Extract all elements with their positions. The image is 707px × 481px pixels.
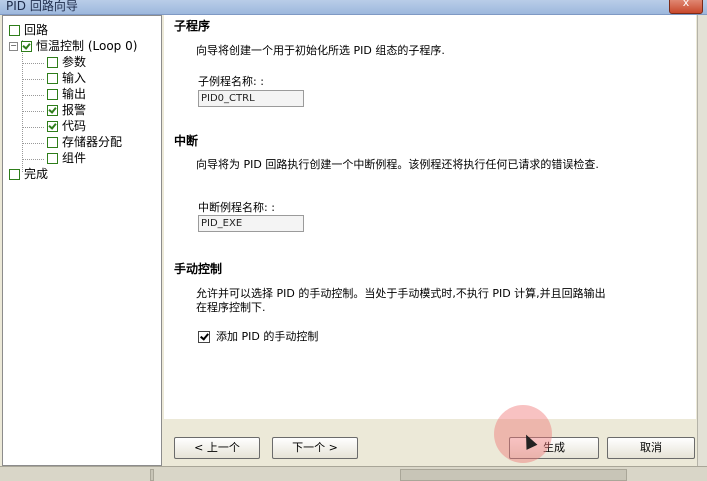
tree-item-label: 代码 [62, 119, 87, 133]
step-checkbox-icon [9, 25, 20, 36]
tree-item-params[interactable]: 参数 [47, 54, 86, 70]
cancel-button[interactable]: 取消 [607, 437, 695, 459]
step-checked-icon [47, 105, 58, 116]
prev-button[interactable]: < 上一个 [174, 437, 260, 459]
splitter [150, 469, 154, 481]
tree-item-label: 完成 [24, 167, 49, 181]
tree-connector [22, 95, 44, 96]
manual-description-line2: 在程序控制下. [196, 301, 266, 314]
tree-item-label: 输入 [62, 71, 87, 85]
tree-connector [22, 127, 44, 128]
subroutine-name-label: 子例程名称: : [198, 75, 264, 88]
interrupt-name-field[interactable]: PID_EXE [198, 215, 304, 232]
manual-control-label: 添加 PID 的手动控制 [216, 330, 319, 343]
wizard-button-bar: < 上一个 下一个 > 生成 取消 [164, 419, 696, 466]
step-checked-icon [47, 121, 58, 132]
tree-item-input[interactable]: 输入 [47, 70, 86, 86]
tree-connector [22, 143, 44, 144]
vertical-scrollbar[interactable] [697, 15, 707, 466]
tree-connector [22, 79, 44, 80]
tree-item-label: 存储器分配 [62, 135, 123, 149]
tree-item-label: 参数 [62, 55, 87, 69]
tree-item-label: 回路 [24, 23, 49, 37]
interrupt-name-label: 中断例程名称: : [198, 201, 275, 214]
tree-item-output[interactable]: 输出 [47, 86, 86, 102]
tree-item-finish[interactable]: 完成 [9, 166, 48, 182]
subroutine-description: 向导将创建一个用于初始化所选 PID 组态的子程序. [196, 44, 445, 57]
checkbox-checked-icon[interactable] [198, 331, 210, 343]
tree-item-alarm[interactable]: 报警 [47, 102, 86, 118]
section-title-interrupt: 中断 [174, 134, 199, 148]
close-button[interactable]: x [669, 0, 703, 14]
click-highlight [494, 405, 552, 463]
step-checked-icon [21, 41, 32, 52]
wizard-content: 子程序 向导将创建一个用于初始化所选 PID 组态的子程序. 子例程名称: : … [164, 15, 696, 419]
tree-item-label: 组件 [62, 151, 87, 165]
step-checkbox-icon [47, 57, 58, 68]
collapse-icon[interactable]: − [9, 42, 18, 51]
tree-item-label: 恒温控制 (Loop 0) [36, 39, 138, 53]
tree-connector [22, 63, 44, 64]
close-icon: x [682, 0, 690, 9]
status-strip [0, 466, 707, 481]
section-title-subroutine: 子程序 [174, 19, 211, 33]
tree-connector [22, 111, 44, 112]
tree-item-label: 报警 [62, 103, 87, 117]
window-title: PID 回路向导 [6, 0, 78, 13]
tree-item-loop0[interactable]: − 恒温控制 (Loop 0) [9, 38, 137, 54]
step-checkbox-icon [47, 153, 58, 164]
tree-item-components[interactable]: 组件 [47, 150, 86, 166]
tree-item-code[interactable]: 代码 [47, 118, 86, 134]
title-bar: PID 回路向导 x [0, 0, 707, 15]
step-checkbox-icon [47, 89, 58, 100]
wizard-step-tree: 回路 − 恒温控制 (Loop 0) 参数 输入 输出 报警 代码 存储器分配 组… [2, 15, 162, 466]
interrupt-description: 向导将为 PID 回路执行创建一个中断例程。该例程还将执行任何已请求的错误检查. [196, 158, 599, 171]
step-checkbox-icon [47, 137, 58, 148]
tree-connector [22, 159, 44, 160]
tree-connector [22, 40, 23, 172]
step-checkbox-icon [9, 169, 20, 180]
tree-item-loop[interactable]: 回路 [9, 22, 48, 38]
step-checkbox-icon [47, 73, 58, 84]
next-button[interactable]: 下一个 > [272, 437, 358, 459]
subroutine-name-field[interactable]: PID0_CTRL [198, 90, 304, 107]
section-title-manual: 手动控制 [174, 262, 223, 276]
manual-control-checkbox[interactable]: 添加 PID 的手动控制 [198, 328, 318, 344]
horizontal-scrollbar-thumb[interactable] [400, 469, 627, 481]
tree-item-label: 输出 [62, 87, 87, 101]
tree-item-memory[interactable]: 存储器分配 [47, 134, 122, 150]
